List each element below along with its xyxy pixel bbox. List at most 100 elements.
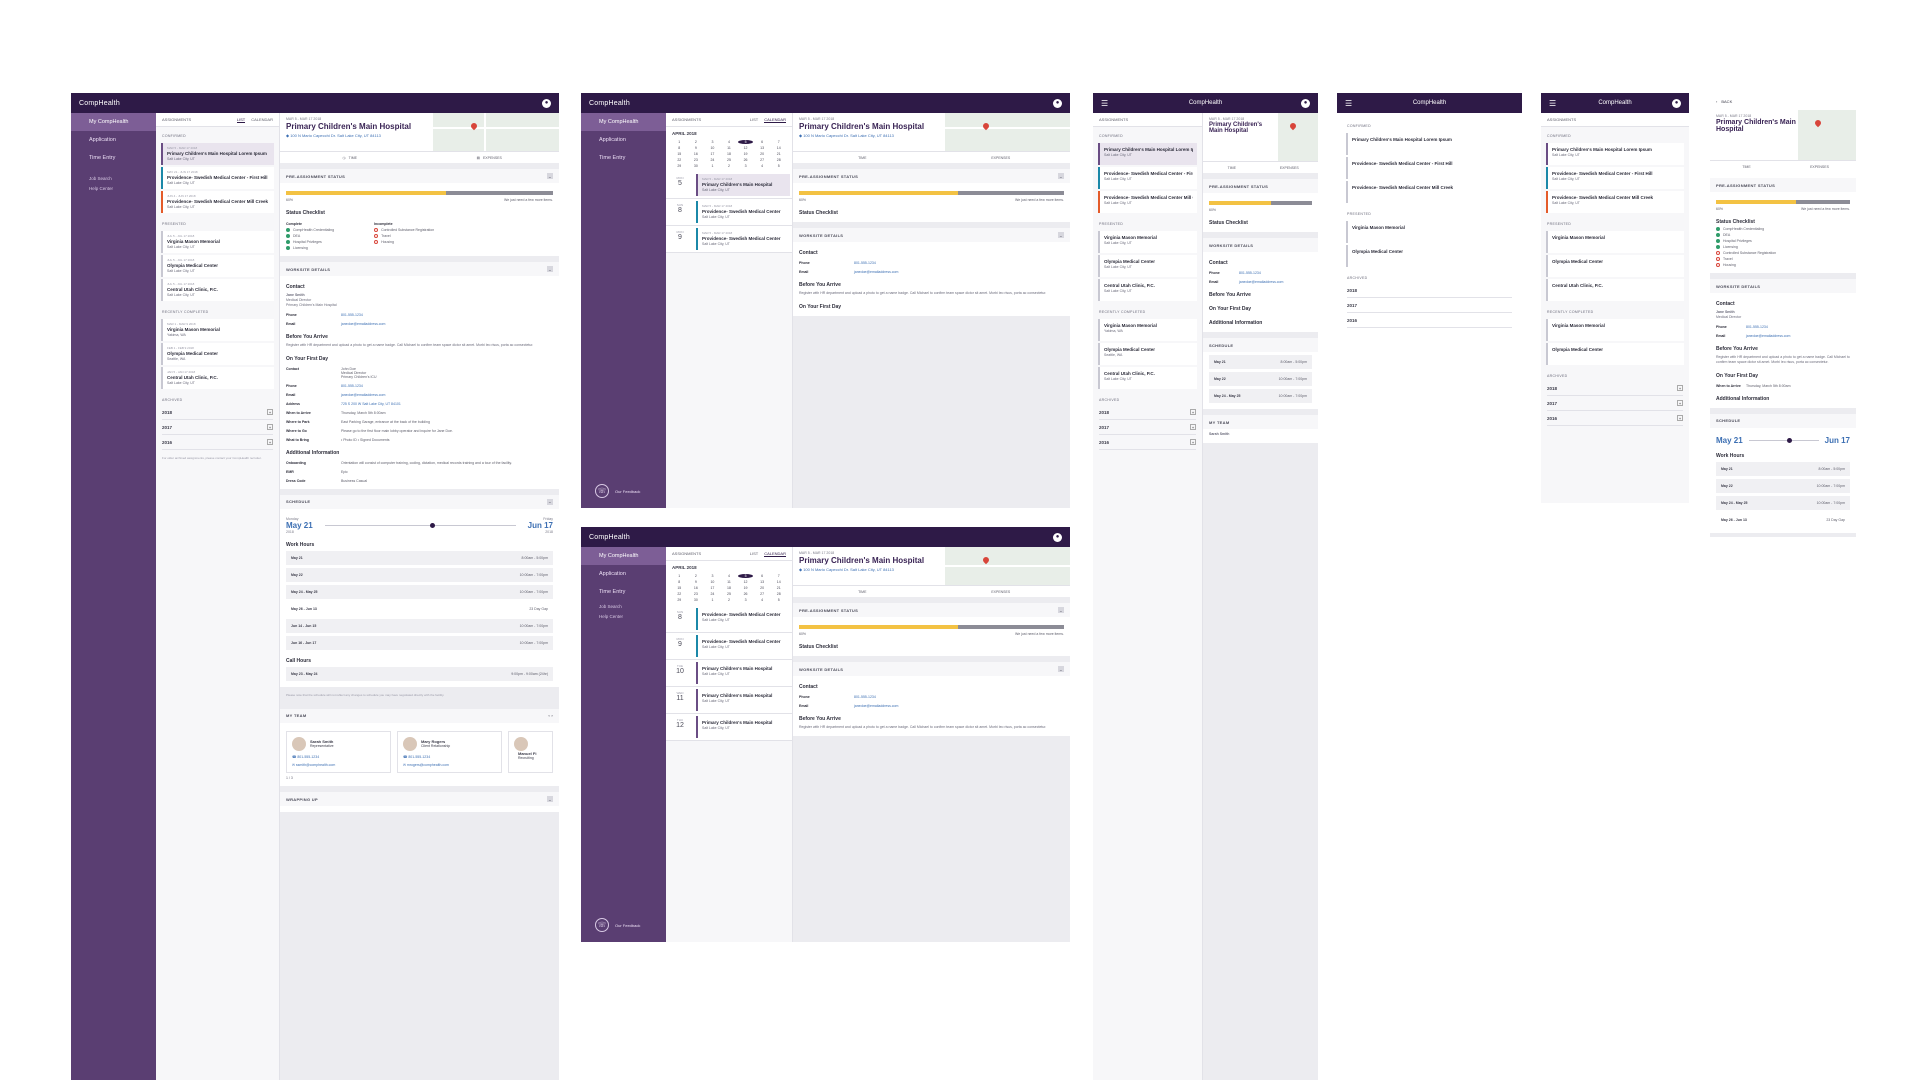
team-phone[interactable]: ☎ 801-555-1234: [403, 755, 496, 759]
tab-list[interactable]: LIST: [750, 117, 758, 123]
calendar-day[interactable]: 12: [738, 146, 753, 150]
assignment-card[interactable]: JUL 5 - JUL 17 2018 Central Utah Clinic,…: [161, 279, 274, 301]
checklist-item[interactable]: Travel: [1716, 257, 1850, 261]
nav-help-center[interactable]: Help Center: [71, 183, 156, 193]
phone-link[interactable]: 801-555-1234: [1746, 325, 1768, 329]
calendar-day[interactable]: 4: [755, 164, 770, 168]
event-card[interactable]: MAR 5 - MAR 17 2018 Providence- Swedish M…: [696, 201, 790, 223]
map-thumbnail[interactable]: [433, 113, 559, 151]
carousel-arrows[interactable]: ‹ ›: [548, 713, 553, 718]
assignment-card[interactable]: Virginia Mason Memorial: [1546, 231, 1684, 253]
calendar-day[interactable]: 11: [722, 146, 737, 150]
calendar-day[interactable]: 7: [771, 140, 786, 144]
calendar-day[interactable]: 26: [738, 592, 753, 596]
nav-help-center[interactable]: Help Center: [581, 611, 666, 621]
phone-link[interactable]: 801-555-1234: [341, 313, 363, 317]
calendar-day[interactable]: 4: [722, 574, 737, 578]
archive-year-row[interactable]: 2017 +: [162, 420, 273, 435]
assignment-card[interactable]: Providence- Swedish Medical Center - Fir…: [1346, 157, 1513, 179]
calendar-day[interactable]: 4: [755, 598, 770, 602]
calendar-day[interactable]: 23: [689, 158, 704, 162]
assignment-card[interactable]: Virginia Mason Memorial: [1346, 221, 1513, 243]
calendar-day[interactable]: 24: [705, 158, 720, 162]
nav-job-search[interactable]: Job Search: [71, 173, 156, 183]
collapse-icon[interactable]: –: [1058, 607, 1064, 613]
collapse-icon[interactable]: –: [547, 498, 553, 505]
nav-job-search[interactable]: Job Search: [581, 601, 666, 611]
calendar-day[interactable]: 3: [738, 164, 753, 168]
calendar-day[interactable]: 16: [689, 152, 704, 156]
archive-year-row[interactable]: 2018: [1347, 283, 1512, 298]
calendar-day[interactable]: 2: [689, 140, 704, 144]
phone-link[interactable]: 801-555-1234: [854, 695, 876, 699]
nav-item-application[interactable]: Application: [581, 131, 666, 149]
collapse-icon[interactable]: –: [547, 796, 553, 803]
nav-item-time-entry[interactable]: Time Entry: [581, 583, 666, 601]
email-link[interactable]: janedoe@emailaddress.com: [854, 704, 898, 708]
collapse-icon[interactable]: –: [547, 266, 553, 272]
email-link[interactable]: janedoe@emailaddress.com: [854, 270, 898, 274]
archive-year-row[interactable]: 2016 +: [1547, 411, 1683, 426]
calendar-day[interactable]: 10: [705, 580, 720, 584]
calendar-day[interactable]: 14: [771, 146, 786, 150]
calendar-day[interactable]: 12: [738, 580, 753, 584]
assignment-card[interactable]: Virginia Mason Memorial Yakima, WA: [1098, 319, 1197, 341]
calendar-day[interactable]: 20: [755, 586, 770, 590]
calendar-day[interactable]: 28: [771, 158, 786, 162]
assignment-card[interactable]: JAN 5 - JAN 17 2018 Central Utah Clinic,…: [161, 367, 274, 389]
calendar-day[interactable]: 2: [722, 598, 737, 602]
assignment-card[interactable]: Olympia Medical Center: [1346, 245, 1513, 267]
tab-expenses[interactable]: EXPENSES: [932, 586, 1071, 597]
map-thumbnail[interactable]: [1797, 110, 1856, 160]
assignment-card[interactable]: Primary Children's Main Hospital Lorem I…: [1098, 143, 1197, 165]
tab-calendar[interactable]: CALENDAR: [764, 117, 786, 123]
calendar-day[interactable]: 5: [738, 574, 753, 578]
archive-year-row[interactable]: 2017 +: [1547, 396, 1683, 411]
calendar-day[interactable]: 5: [771, 164, 786, 168]
archive-year-row[interactable]: 2018 +: [162, 405, 273, 420]
assignment-card[interactable]: Providence- Swedish Medical Center - Fir…: [1546, 167, 1684, 189]
assignment-card[interactable]: Olympia Medical Center Salt Lake City, UT: [1098, 255, 1197, 277]
calendar-day[interactable]: 18: [722, 152, 737, 156]
tab-calendar[interactable]: CALENDAR: [764, 551, 786, 557]
assignment-card[interactable]: Olympia Medical Center: [1546, 255, 1684, 277]
calendar-day[interactable]: 24: [705, 592, 720, 596]
calendar-day[interactable]: 30: [689, 164, 704, 168]
assignment-card[interactable]: JUL 5 - JUL 17 2018 Olympia Medical Cent…: [161, 255, 274, 277]
collapse-icon[interactable]: –: [1058, 173, 1064, 179]
calendar-day[interactable]: 16: [689, 586, 704, 590]
archive-year-row[interactable]: 2016: [1347, 313, 1512, 328]
calendar-day[interactable]: 7: [771, 574, 786, 578]
calendar-day[interactable]: 3: [705, 574, 720, 578]
calendar-day[interactable]: 1: [672, 574, 687, 578]
event-card[interactable]: Primary Children's Main Hospital Salt Lak…: [696, 689, 790, 711]
calendar-day[interactable]: 29: [672, 598, 687, 602]
calendar-day[interactable]: 21: [771, 586, 786, 590]
expand-icon[interactable]: +: [267, 424, 273, 430]
calendar-day[interactable]: 27: [755, 158, 770, 162]
calendar-day[interactable]: 21: [771, 152, 786, 156]
event-card[interactable]: Primary Children's Main Hospital Salt Lak…: [696, 662, 790, 684]
tab-expenses[interactable]: ▤ EXPENSES: [420, 152, 560, 163]
calendar-day[interactable]: 19: [738, 152, 753, 156]
expand-icon[interactable]: +: [267, 439, 273, 445]
tab-time[interactable]: ◷ TIME: [280, 152, 420, 163]
checklist-item[interactable]: Controlled Substance Registration: [1716, 251, 1850, 255]
tab-expenses[interactable]: EXPENSES: [932, 152, 1071, 163]
calendar-day[interactable]: 9: [689, 146, 704, 150]
calendar-day[interactable]: 15: [672, 152, 687, 156]
assignment-card[interactable]: MAR 1 - MAR 9 2018 Virginia Mason Memori…: [161, 319, 274, 341]
profile-icon[interactable]: ●: [1053, 98, 1062, 108]
calendar-day[interactable]: 5: [771, 598, 786, 602]
team-email[interactable]: ✉ mrogers@comphealth.com: [403, 763, 496, 767]
calendar-day[interactable]: 25: [722, 158, 737, 162]
tab-time[interactable]: TIME: [1203, 162, 1261, 173]
tab-time[interactable]: TIME: [793, 152, 932, 163]
profile-icon[interactable]: ●: [542, 98, 551, 108]
assignment-card[interactable]: Virginia Mason Memorial Salt Lake City, U…: [1098, 231, 1197, 253]
calendar-day[interactable]: 3: [738, 598, 753, 602]
calendar-day[interactable]: 8: [672, 146, 687, 150]
calendar-day[interactable]: 6: [755, 140, 770, 144]
tab-list[interactable]: LIST: [750, 551, 758, 557]
calendar-day[interactable]: 8: [672, 580, 687, 584]
